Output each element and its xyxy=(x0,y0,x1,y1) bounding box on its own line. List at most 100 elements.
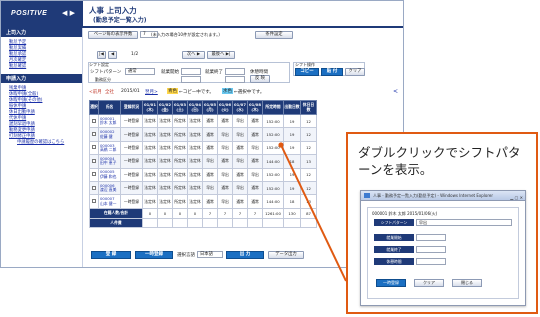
shift-cell[interactable]: 法定休 xyxy=(142,113,158,129)
next-month-link[interactable]: 翌月> xyxy=(145,89,158,95)
next-page-button[interactable]: 次へ ▶ xyxy=(182,51,205,59)
shift-cell[interactable]: 早出 xyxy=(232,127,248,142)
shift-cell[interactable]: 法定休 xyxy=(187,140,203,156)
row-checkbox[interactable] xyxy=(92,145,96,150)
shift-cell[interactable]: 法定休 xyxy=(157,140,173,156)
reflect-button[interactable]: 反 映 xyxy=(250,75,270,83)
shift-cell[interactable]: 法定休 xyxy=(142,154,158,169)
row-checkbox[interactable] xyxy=(92,158,96,163)
shift-cell[interactable]: 早出 xyxy=(202,154,218,169)
shift-cell[interactable]: 早出 xyxy=(217,194,233,209)
start-input[interactable] xyxy=(181,68,201,75)
holiday-select[interactable] xyxy=(181,76,201,83)
shift-cell[interactable]: 通常 xyxy=(247,127,263,142)
row-checkbox[interactable] xyxy=(92,118,96,123)
prev-month-link[interactable]: <前月 xyxy=(89,89,102,95)
shift-cell[interactable]: 通常 xyxy=(232,167,248,182)
shift-cell[interactable]: 早出 xyxy=(232,154,248,169)
end-input[interactable] xyxy=(225,68,245,75)
table-row[interactable]: 000003 高橋 二郎 一時登録 法定休 法定休 所定休 法定休 通常 早出 通常 早出 152:… xyxy=(89,140,317,156)
shift-cell[interactable]: 早出 xyxy=(217,167,233,182)
temp-register-button[interactable]: 一時登録 xyxy=(135,251,173,259)
shift-cell[interactable]: 通常 xyxy=(247,113,263,129)
shift-cell[interactable]: 通常 xyxy=(202,140,218,156)
register-button[interactable]: 登 録 xyxy=(91,251,131,259)
row-select-cell[interactable] xyxy=(89,154,99,169)
shift-cell[interactable]: 法定休 xyxy=(187,167,203,182)
dialog-close-button[interactable]: 閉じる xyxy=(452,279,482,287)
shift-cell[interactable]: 早出 xyxy=(232,180,248,196)
first-page-button[interactable]: |◀ xyxy=(97,51,106,59)
shift-cell[interactable]: 早出 xyxy=(247,140,263,156)
shift-cell[interactable]: 通常 xyxy=(217,113,233,129)
shift-cell[interactable]: 所定休 xyxy=(172,194,188,209)
nav-arrows-icon[interactable]: ◀ ▶ xyxy=(62,9,75,17)
shift-cell[interactable]: 通常 xyxy=(202,167,218,182)
shift-cell[interactable]: 早出 xyxy=(202,180,218,196)
table-row[interactable]: 000007 山本 健一 一時登録 法定休 法定休 所定休 法定休 通常 早出 通常 通常 144:… xyxy=(89,194,317,209)
shift-cell[interactable]: 法定休 xyxy=(187,127,203,142)
shift-cell[interactable]: 通常 xyxy=(217,154,233,169)
clear-button[interactable]: クリア xyxy=(345,68,365,76)
row-select-cell[interactable] xyxy=(89,167,99,182)
table-row[interactable]: 000005 伊藤 和也 一時登録 法定休 法定休 所定休 法定休 通常 早出 通常 早出 152:… xyxy=(89,167,317,182)
dialog-break-input[interactable] xyxy=(416,258,446,265)
row-checkbox[interactable] xyxy=(92,172,96,177)
shift-cell[interactable]: 所定休 xyxy=(172,127,188,142)
shift-cell[interactable]: 通常 xyxy=(217,180,233,196)
shift-cell[interactable]: 通常 xyxy=(232,140,248,156)
row-select-cell[interactable] xyxy=(89,180,99,196)
last-page-button[interactable]: 最後へ ▶| xyxy=(207,51,235,59)
dialog-end-input[interactable] xyxy=(416,246,446,253)
shift-cell[interactable]: 法定休 xyxy=(157,113,173,129)
shift-cell[interactable]: 法定休 xyxy=(157,127,173,142)
data-output-button[interactable]: データ出力 xyxy=(268,251,304,259)
shift-cell[interactable]: 法定休 xyxy=(187,113,203,129)
copy-button[interactable]: コピー xyxy=(295,68,319,76)
shift-cell[interactable]: 所定休 xyxy=(172,140,188,156)
dialog-clear-button[interactable]: クリア xyxy=(414,279,444,287)
shift-cell[interactable]: 通常 xyxy=(202,194,218,209)
shift-cell[interactable]: 法定休 xyxy=(142,140,158,156)
sidebar-history-link[interactable]: 申請履歴の確認はこちら xyxy=(9,140,82,146)
table-row[interactable]: 000006 渡辺 直美 一時登録 法定休 法定休 所定休 法定休 早出 通常 早出 通常 152:… xyxy=(89,180,317,196)
table-row[interactable]: 000004 田中 恵子 一時登録 法定休 法定休 所定休 法定休 早出 通常 早出 通常 144:… xyxy=(89,154,317,169)
shift-cell[interactable]: 法定休 xyxy=(157,180,173,196)
extra-input[interactable] xyxy=(225,76,245,83)
shift-cell[interactable]: 法定休 xyxy=(157,194,173,209)
shift-pattern-select[interactable]: 通常 xyxy=(125,68,155,75)
shift-cell[interactable]: 所定休 xyxy=(172,167,188,182)
shift-cell[interactable]: 法定休 xyxy=(187,180,203,196)
shift-cell[interactable]: 早出 xyxy=(217,140,233,156)
table-row[interactable]: 000002 佐藤 健一時登録 法定休 法定休 所定休 法定休 通常 早出 早出 通常 152:0… xyxy=(89,127,317,142)
row-select-cell[interactable] xyxy=(89,194,99,209)
shift-cell[interactable]: 法定休 xyxy=(157,154,173,169)
shift-cell[interactable]: 法定休 xyxy=(142,180,158,196)
row-select-cell[interactable] xyxy=(89,113,99,129)
setting-button[interactable]: 条件設定 xyxy=(255,31,293,39)
shift-cell[interactable]: 早出 xyxy=(247,167,263,182)
shift-cell[interactable]: 通常 xyxy=(247,154,263,169)
shift-cell[interactable]: 法定休 xyxy=(187,154,203,169)
shift-cell[interactable]: 通常 xyxy=(247,180,263,196)
shift-cell[interactable]: 通常 xyxy=(232,194,248,209)
dialog-temp-button[interactable]: 一時登録 xyxy=(376,279,406,287)
row-checkbox[interactable] xyxy=(92,185,96,190)
shift-cell[interactable]: 法定休 xyxy=(142,194,158,209)
dialog-pattern-select[interactable]: 早出 xyxy=(416,219,512,226)
shift-cell[interactable]: 早出 xyxy=(232,113,248,129)
shift-cell[interactable]: 所定休 xyxy=(172,154,188,169)
shift-cell[interactable]: 通常 xyxy=(202,127,218,142)
table-row[interactable]: 000001 鈴木 太郎 一時登録 法定休 法定休 所定休 法定休 通常 通常 早出 通常 152:… xyxy=(89,113,317,129)
shift-cell[interactable]: 所定休 xyxy=(172,180,188,196)
shift-cell[interactable]: 通常 xyxy=(247,194,263,209)
sidebar-item[interactable]: 勤怠確認 xyxy=(9,64,82,70)
row-checkbox[interactable] xyxy=(92,199,96,204)
language-select[interactable]: 日本語 xyxy=(197,251,223,258)
page-back-link[interactable]: < xyxy=(393,88,398,95)
shift-cell[interactable]: 早出 xyxy=(217,127,233,142)
shift-cell[interactable]: 法定休 xyxy=(187,194,203,209)
row-checkbox[interactable] xyxy=(92,132,96,137)
paste-button[interactable]: 貼 付 xyxy=(321,68,343,76)
dialog-start-input[interactable] xyxy=(416,234,446,241)
